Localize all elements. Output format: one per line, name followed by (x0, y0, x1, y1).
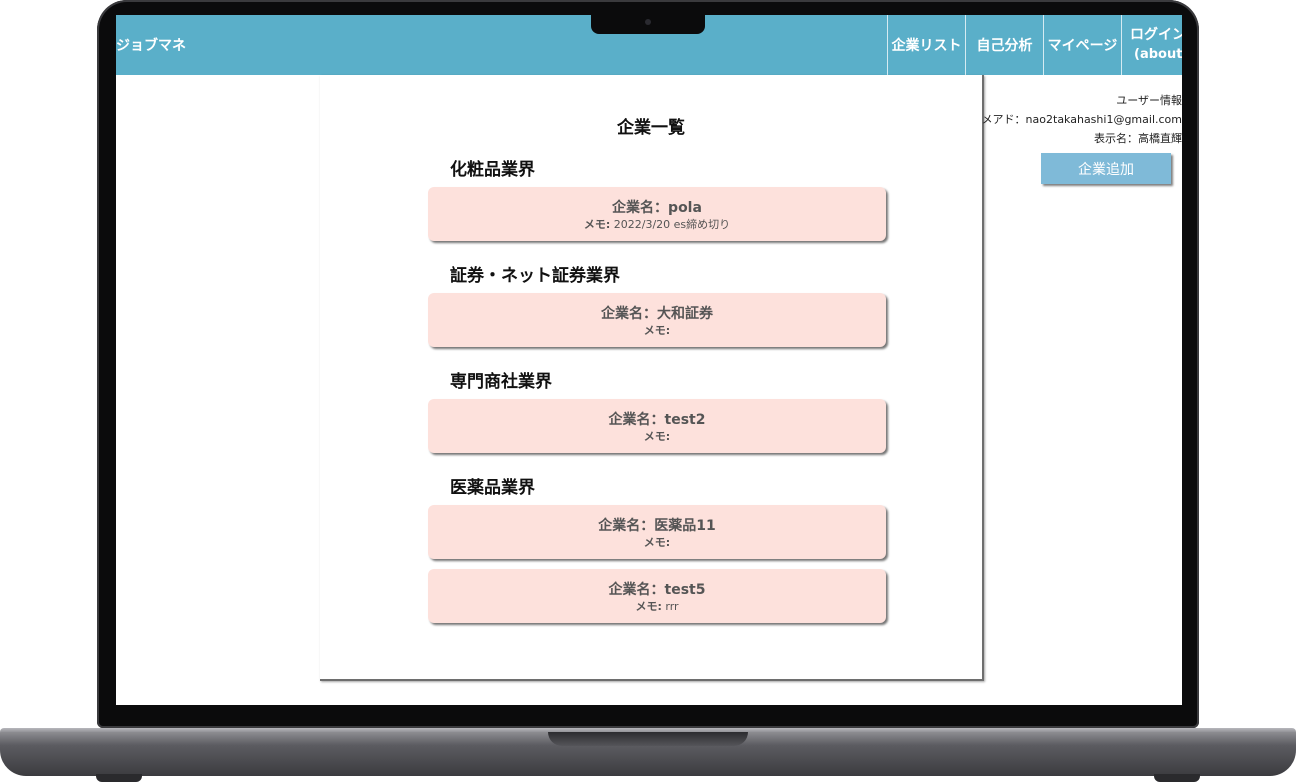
company-name: 企業名：医薬品11 (598, 518, 716, 534)
industry-heading: 化粧品業界 (450, 160, 535, 180)
company-card[interactable]: 企業名：大和証券 メモ: (428, 293, 886, 347)
add-company-button[interactable]: 企業追加 (1041, 153, 1171, 184)
user-email: メアド：nao2takahashi1@gmail.com (981, 113, 1182, 126)
memo-text: 2022/3/20 es締め切り (613, 218, 731, 231)
user-info-panel: ユーザー情報 メアド：nao2takahashi1@gmail.com 表示名：… (976, 91, 1182, 148)
laptop-hinge (548, 732, 748, 746)
company-list-card: 企業一覧 化粧品業界 企業名：pola メモ: 2022/3/20 es締め切り… (320, 75, 984, 681)
camera-icon (645, 19, 651, 25)
memo-label: メモ: (643, 430, 671, 443)
memo-label: メモ: (643, 536, 671, 549)
user-display-name: 表示名：高橋直輝 (1094, 132, 1182, 145)
memo-label: メモ: (643, 324, 671, 337)
memo-label: メモ: (583, 218, 611, 231)
industry-heading: 医薬品業界 (450, 478, 535, 498)
nav-login-sub: (about) (1134, 47, 1182, 62)
company-card[interactable]: 企業名：test5 メモ: rrr (428, 569, 886, 623)
company-card[interactable]: 企業名：test2 メモ: (428, 399, 886, 453)
company-name: 企業名：pola (612, 200, 702, 216)
company-memo: メモ: (428, 535, 886, 551)
laptop-foot-right (1154, 774, 1200, 782)
industry-heading: 専門商社業界 (450, 372, 552, 392)
memo-text: rrr (665, 600, 679, 613)
page-title: 企業一覧 (617, 118, 685, 138)
company-name: 企業名：test5 (608, 582, 706, 598)
company-memo: メモ: (428, 429, 886, 445)
company-memo: メモ: rrr (428, 599, 886, 615)
memo-label: メモ: (635, 600, 662, 613)
screen-notch (591, 13, 705, 34)
nav-mypage[interactable]: マイページ (1043, 15, 1121, 75)
nav-login-label: ログイン (1130, 27, 1182, 43)
nav-company-list[interactable]: 企業リスト (887, 15, 965, 75)
company-name: 企業名：大和証券 (601, 306, 713, 322)
company-card[interactable]: 企業名：pola メモ: 2022/3/20 es締め切り (428, 187, 886, 241)
brand-logo[interactable]: ジョブマネ (116, 35, 186, 55)
company-name: 企業名：test2 (608, 412, 706, 428)
company-memo: メモ: 2022/3/20 es締め切り (428, 217, 886, 233)
nav-links: 企業リスト 自己分析 マイページ ログイン (about) (887, 15, 1182, 75)
company-card[interactable]: 企業名：医薬品11 メモ: (428, 505, 886, 559)
browser-screen: ジョブマネ 企業リスト 自己分析 マイページ ログイン (about) 企業一覧… (116, 15, 1182, 705)
industry-heading: 証券・ネット証券業界 (450, 266, 620, 286)
user-info-heading: ユーザー情報 (1116, 94, 1182, 107)
nav-login[interactable]: ログイン (about) (1121, 15, 1182, 75)
company-memo: メモ: (428, 323, 886, 339)
nav-self-analysis[interactable]: 自己分析 (965, 15, 1043, 75)
laptop-foot-left (96, 774, 142, 782)
